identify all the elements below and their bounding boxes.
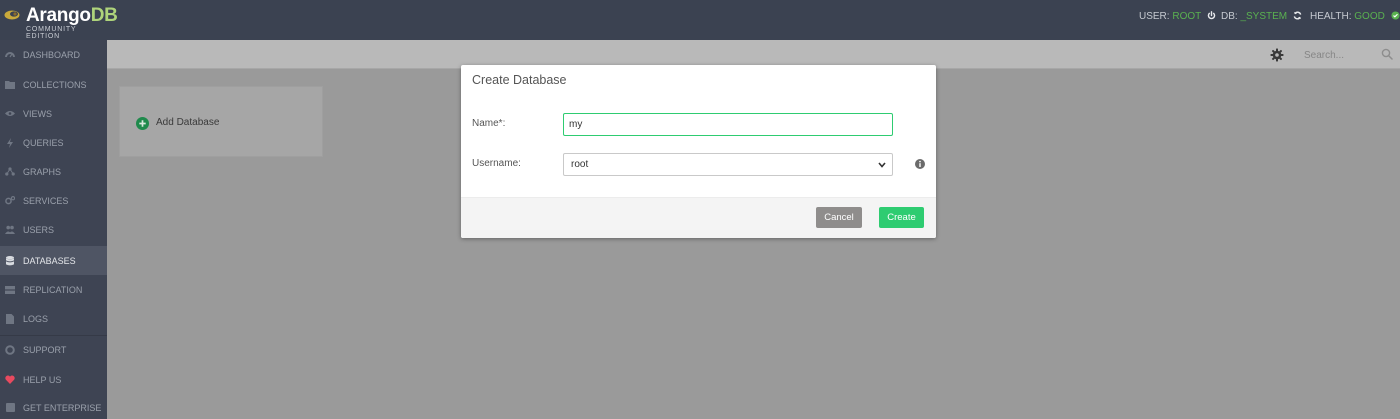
health-status: HEALTH: GOOD bbox=[1310, 11, 1400, 22]
modal-footer: Cancel Create bbox=[461, 197, 936, 238]
sidebar-item-collections[interactable]: COLLECTIONS bbox=[0, 70, 107, 99]
bolt-icon bbox=[5, 137, 15, 148]
cancel-button[interactable]: Cancel bbox=[816, 207, 862, 228]
brand-edition: COMMUNITY EDITION bbox=[26, 26, 77, 40]
graph-icon bbox=[5, 167, 15, 177]
folder-icon bbox=[5, 80, 15, 90]
sidebar-item-help-us[interactable]: HELP US bbox=[0, 365, 107, 394]
arangodb-logo[interactable]: ArangoDB COMMUNITY EDITION bbox=[0, 0, 118, 40]
avocado-logo-icon bbox=[4, 10, 20, 20]
sidebar-item-databases[interactable]: DATABASES bbox=[0, 246, 107, 275]
sidebar-item-users[interactable]: USERS bbox=[0, 215, 107, 244]
cogs-icon bbox=[5, 196, 15, 206]
username-select[interactable]: root bbox=[563, 153, 893, 176]
dashboard-icon bbox=[5, 50, 15, 60]
database-icon bbox=[5, 255, 15, 266]
sidebar-item-queries[interactable]: QUERIES bbox=[0, 128, 107, 157]
add-database-tile[interactable]: Add Database bbox=[119, 86, 323, 157]
users-icon bbox=[5, 225, 15, 235]
lifebuoy-icon bbox=[5, 345, 15, 355]
name-label: Name*: bbox=[472, 118, 506, 129]
sidebar-item-services[interactable]: SERVICES bbox=[0, 186, 107, 215]
plus-circle-icon bbox=[136, 117, 149, 130]
create-button[interactable]: Create bbox=[879, 207, 924, 228]
power-icon bbox=[1207, 11, 1216, 20]
sidebar-item-graphs[interactable]: GRAPHS bbox=[0, 157, 107, 186]
chevron-down-icon bbox=[878, 162, 886, 168]
check-circle-icon bbox=[1391, 11, 1400, 20]
gear-icon[interactable] bbox=[1270, 48, 1284, 62]
sidebar-item-support[interactable]: SUPPORT bbox=[0, 335, 107, 364]
search-input[interactable] bbox=[1296, 45, 1390, 65]
server-icon bbox=[5, 285, 15, 295]
username-select-value: root bbox=[571, 159, 589, 170]
db-status[interactable]: DB: _SYSTEM bbox=[1221, 11, 1302, 22]
sidebar-item-logs[interactable]: LOGS bbox=[0, 304, 107, 333]
user-status[interactable]: USER: ROOT bbox=[1139, 11, 1216, 22]
refresh-icon bbox=[1293, 11, 1302, 20]
add-database-label: Add Database bbox=[156, 117, 220, 128]
username-label: Username: bbox=[472, 158, 521, 169]
sidebar-item-replication[interactable]: REPLICATION bbox=[0, 275, 107, 304]
sidebar-item-views[interactable]: VIEWS bbox=[0, 99, 107, 128]
sidebar-item-get-enterprise[interactable]: GET ENTERPRISE bbox=[0, 393, 107, 419]
brand-name: ArangoDB bbox=[26, 5, 118, 26]
sidebar: DASHBOARD COLLECTIONS VIEWS QUERIES GRAP… bbox=[0, 40, 107, 419]
info-icon[interactable] bbox=[915, 159, 925, 169]
database-name-input[interactable] bbox=[563, 113, 893, 136]
eye-icon bbox=[5, 109, 15, 119]
top-bar: ArangoDB COMMUNITY EDITION USER: ROOT DB… bbox=[0, 0, 1400, 40]
file-icon bbox=[5, 313, 15, 324]
create-database-modal: Create Database Name*: Username: root Ca… bbox=[461, 65, 936, 238]
sidebar-item-dashboard[interactable]: DASHBOARD bbox=[0, 40, 107, 69]
square-icon bbox=[5, 403, 15, 413]
search-icon[interactable] bbox=[1381, 48, 1393, 60]
modal-title: Create Database bbox=[472, 73, 567, 87]
heart-icon bbox=[5, 375, 15, 385]
